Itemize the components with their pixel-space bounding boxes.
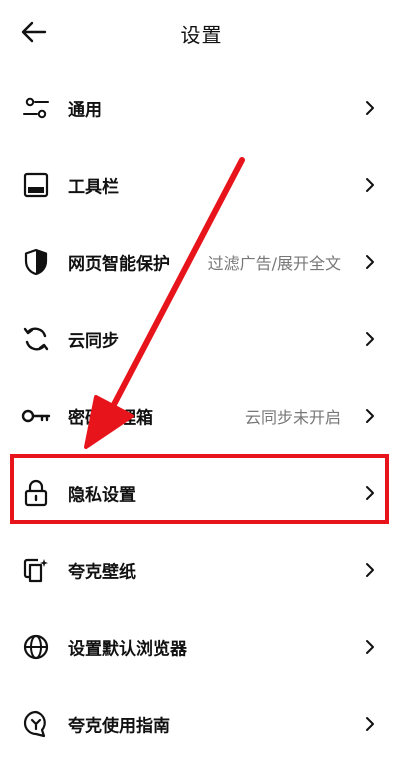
sliders-icon	[21, 93, 51, 123]
chevron-right-icon	[363, 176, 377, 194]
chevron-right-icon	[363, 407, 377, 425]
settings-item-label: 设置默认浏览器	[68, 639, 187, 659]
chevron-right-icon	[363, 561, 377, 579]
settings-item-toolbar[interactable]: 工具栏	[0, 146, 403, 223]
chevron-right-icon	[363, 330, 377, 348]
settings-item-label: 夸克壁纸	[68, 562, 136, 582]
settings-item-wallpaper[interactable]: 夸克壁纸	[0, 531, 403, 608]
globe-icon	[21, 632, 51, 662]
settings-list: 通用 工具栏 网页智能保护 过滤广告/展开全文 云同步 密码管理箱 云同步未开启…	[0, 69, 403, 762]
settings-item-label: 密码管理箱	[68, 408, 153, 428]
settings-item-label: 通用	[68, 100, 102, 120]
key-icon	[21, 401, 51, 431]
settings-item-value: 云同步未开启	[244, 407, 341, 427]
settings-item-label: 云同步	[68, 331, 119, 351]
sync-icon	[21, 324, 51, 354]
settings-item-value: 过滤广告/展开全文	[207, 253, 341, 273]
chevron-right-icon	[363, 715, 377, 733]
settings-item-label: 工具栏	[68, 177, 119, 197]
settings-item-default-browser[interactable]: 设置默认浏览器	[0, 608, 403, 685]
toolbar-icon	[21, 170, 51, 200]
lock-icon	[21, 478, 51, 508]
settings-item-privacy[interactable]: 隐私设置	[0, 454, 403, 531]
guide-icon	[21, 709, 51, 739]
page-title: 设置	[180, 23, 223, 47]
chevron-right-icon	[363, 638, 377, 656]
wallpaper-icon	[21, 555, 51, 585]
settings-item-label: 隐私设置	[68, 485, 136, 505]
settings-item-web-protection[interactable]: 网页智能保护 过滤广告/展开全文	[0, 223, 403, 300]
settings-item-label: 网页智能保护	[68, 254, 170, 274]
header-bar: 设置	[0, 0, 403, 64]
chevron-right-icon	[363, 253, 377, 271]
chevron-right-icon	[363, 484, 377, 502]
settings-item-password-manager[interactable]: 密码管理箱 云同步未开启	[0, 377, 403, 454]
shield-icon	[21, 247, 51, 277]
settings-item-cloud-sync[interactable]: 云同步	[0, 300, 403, 377]
settings-item-general[interactable]: 通用	[0, 69, 403, 146]
settings-item-guide[interactable]: 夸克使用指南	[0, 685, 403, 762]
chevron-right-icon	[363, 99, 377, 117]
settings-item-label: 夸克使用指南	[68, 716, 170, 736]
